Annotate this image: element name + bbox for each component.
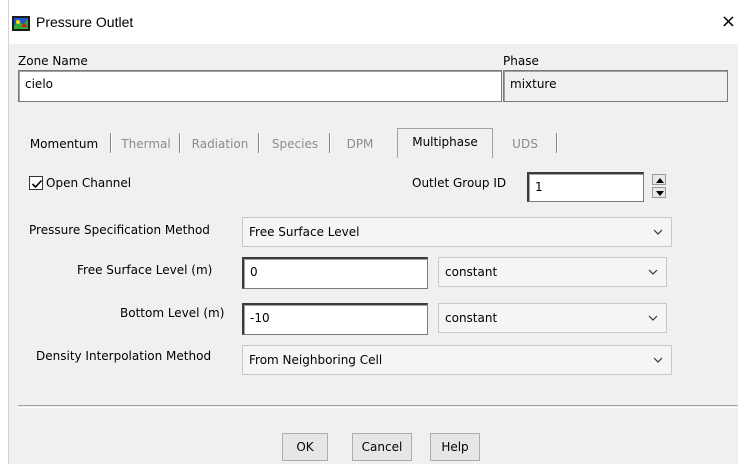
tab-radiation[interactable]: Radiation	[182, 131, 258, 155]
free-surface-mode-value: constant	[445, 265, 498, 279]
open-channel-label: Open Channel	[46, 176, 132, 190]
window-left-edge	[0, 0, 9, 464]
title-bar[interactable]: Pressure Outlet ×	[9, 0, 738, 44]
outlet-group-label: Outlet Group ID	[412, 176, 507, 190]
tab-separator	[556, 133, 558, 153]
chevron-down-icon	[648, 269, 658, 275]
bottom-level-mode-value: constant	[445, 311, 498, 325]
free-surface-mode-select[interactable]: constant	[438, 257, 667, 287]
chevron-down-icon	[653, 229, 663, 235]
close-icon[interactable]: ×	[721, 11, 736, 32]
spin-up-icon[interactable]	[652, 174, 666, 185]
panel-separator	[18, 405, 738, 408]
phase-label: Phase	[503, 54, 539, 68]
checkmark-icon	[31, 179, 43, 189]
ok-button[interactable]: OK	[282, 433, 328, 461]
bottom-level-label: Bottom Level (m)	[120, 306, 225, 320]
bottom-level-mode-select[interactable]: constant	[438, 303, 667, 333]
help-button[interactable]: Help	[430, 433, 480, 461]
pressure-method-value: Free Surface Level	[249, 225, 360, 239]
tab-dpm[interactable]: DPM	[332, 131, 388, 155]
tab-thermal[interactable]: Thermal	[113, 131, 179, 155]
density-method-value: From Neighboring Cell	[249, 353, 383, 367]
tab-separator	[179, 133, 181, 153]
dialog-body: Zone Name cielo Phase mixture Momentum T…	[9, 44, 738, 464]
tab-multiphase[interactable]: Multiphase	[397, 128, 493, 158]
open-channel-checkbox[interactable]	[29, 176, 43, 190]
outlet-group-input[interactable]: 1	[527, 172, 644, 202]
zone-name-input[interactable]: cielo	[18, 70, 502, 102]
outlet-group-spinner	[652, 174, 666, 199]
window-title: Pressure Outlet	[36, 14, 134, 30]
density-method-label: Density Interpolation Method	[36, 349, 212, 363]
free-surface-input[interactable]: 0	[242, 257, 428, 289]
tab-separator	[258, 133, 260, 153]
tab-species[interactable]: Species	[261, 131, 329, 155]
tab-uds[interactable]: UDS	[497, 131, 553, 155]
zone-name-label: Zone Name	[18, 54, 88, 68]
free-surface-label: Free Surface Level (m)	[77, 263, 213, 277]
tab-separator	[329, 133, 331, 153]
fluent-app-icon	[12, 16, 30, 31]
tab-momentum[interactable]: Momentum	[18, 131, 110, 155]
pressure-method-label: Pressure Specification Method	[29, 223, 210, 237]
pressure-method-select[interactable]: Free Surface Level	[242, 217, 672, 247]
spin-down-icon[interactable]	[652, 187, 666, 198]
density-method-select[interactable]: From Neighboring Cell	[242, 345, 672, 375]
bottom-level-input[interactable]: -10	[242, 303, 428, 335]
tab-bar: Momentum Thermal Radiation Species DPM M…	[18, 128, 738, 158]
chevron-down-icon	[653, 357, 663, 363]
phase-value: mixture	[503, 70, 728, 102]
pressure-outlet-dialog: Pressure Outlet × Zone Name cielo Phase …	[0, 0, 738, 464]
chevron-down-icon	[648, 315, 658, 321]
tab-separator	[110, 133, 112, 153]
cancel-button[interactable]: Cancel	[352, 433, 412, 461]
